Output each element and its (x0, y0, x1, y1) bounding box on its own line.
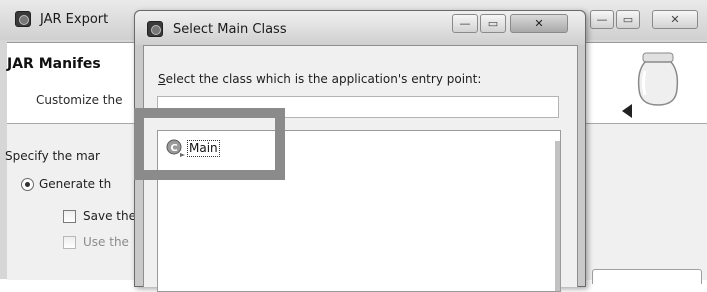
generate-manifest-label: Generate th (39, 177, 112, 191)
prompt-text: elect the class which is the application… (165, 72, 482, 86)
eclipse-dialog-icon (147, 21, 163, 37)
close-icon: ✕ (670, 13, 680, 26)
dialog-close-button[interactable]: ✕ (510, 14, 568, 33)
jar-close-button[interactable]: ✕ (652, 10, 698, 29)
maximize-icon: ▭ (487, 17, 499, 30)
use-manifest-label: Use the (83, 235, 129, 249)
jar-minimize-button[interactable]: — (590, 10, 614, 29)
maximize-icon: ▭ (622, 13, 634, 26)
minimize-icon: — (459, 17, 471, 30)
dialog-minimize-button[interactable]: — (452, 14, 478, 33)
radio-selected-dot (25, 182, 30, 187)
jar-header-subtitle: Customize the (36, 93, 123, 107)
close-icon: ✕ (534, 17, 544, 30)
jar-icon (622, 52, 679, 118)
highlight-overlay-box (134, 108, 285, 180)
jar-header-title: JAR Manifes (7, 56, 101, 72)
jar-maximize-button[interactable]: ▭ (616, 10, 640, 29)
save-manifest-label: Save the (83, 209, 136, 223)
generate-manifest-radio[interactable] (21, 178, 34, 191)
dialog-title: Select Main Class (173, 22, 287, 37)
eclipse-app-icon (15, 11, 31, 27)
prompt-mnemonic: S (158, 72, 166, 86)
entry-point-prompt: Select the class which is the applicatio… (158, 72, 481, 86)
jar-body-field-edge (592, 269, 702, 284)
dialog-maximize-button[interactable]: ▭ (480, 14, 506, 33)
minimize-icon: — (596, 13, 608, 26)
specify-manifest-label: Specify the mar (5, 149, 100, 163)
dialog-titlebar: Select Main Class — ▭ ✕ (135, 11, 585, 45)
save-manifest-checkbox[interactable] (63, 210, 76, 223)
use-manifest-checkbox (63, 236, 76, 249)
list-scrollbar[interactable] (555, 141, 560, 291)
jar-export-title: JAR Export (40, 12, 109, 27)
